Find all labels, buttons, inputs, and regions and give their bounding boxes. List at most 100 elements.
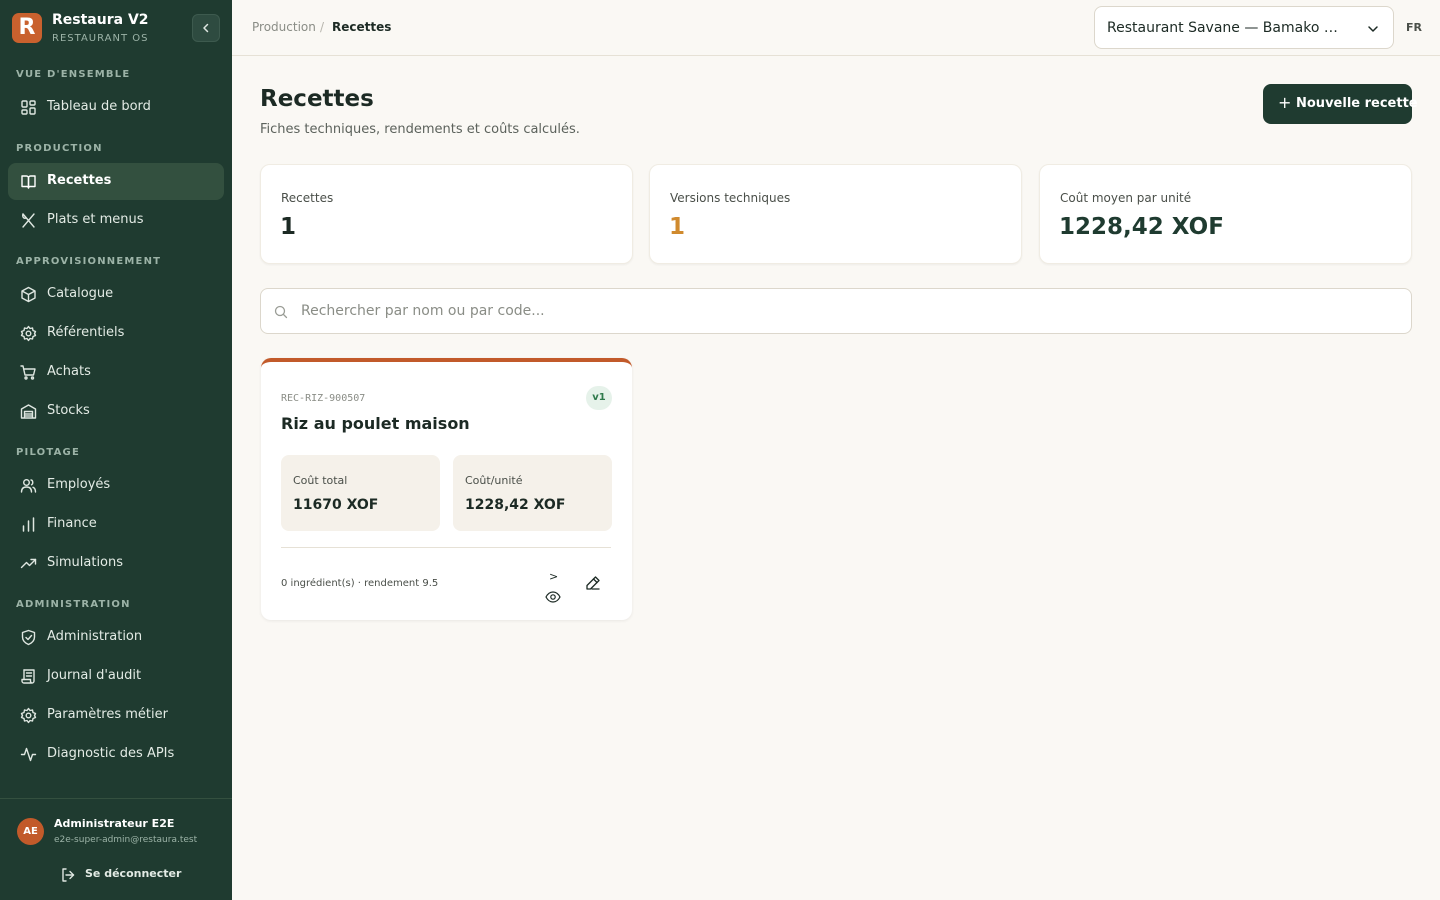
brand-logo-letter: R: [18, 15, 36, 40]
sidebar-item-achats[interactable]: Achats: [8, 354, 224, 391]
shield-icon: [21, 629, 36, 646]
new-recipe-label: Nouvelle recette: [1296, 96, 1418, 111]
logout-label: Se déconnecter: [85, 867, 182, 880]
breadcrumb-current: Recettes: [332, 20, 392, 34]
scroll-icon: [21, 669, 35, 684]
sidebar-item-label: Stocks: [47, 403, 90, 418]
sidebar-item-simulations[interactable]: Simulations: [8, 545, 224, 582]
package-icon: [21, 286, 36, 303]
avatar: AE: [17, 818, 44, 845]
sidebar-item-label: Plats et menus: [47, 212, 144, 227]
sidebar-item-dashboard[interactable]: Tableau de bord: [8, 89, 224, 126]
sidebar-item-administration[interactable]: Administration: [8, 619, 224, 656]
settings-icon: [20, 325, 37, 342]
section-title-supply: APPROVISIONNEMENT: [16, 256, 162, 267]
sidebar: R Restaura V2 RESTAURANT OS VUE D'ENSEMB…: [0, 0, 232, 900]
stat-value: 1: [669, 214, 686, 240]
sidebar-item-plats-menus[interactable]: Plats et menus: [8, 202, 224, 239]
warehouse-icon: [20, 404, 37, 419]
section-title-production: PRODUCTION: [16, 143, 103, 154]
unit-cost-label: Coût/unité: [465, 474, 523, 487]
recipe-name: Riz au poulet maison: [281, 414, 470, 433]
sidebar-item-recettes[interactable]: Recettes: [8, 163, 224, 200]
bar-chart-icon: [22, 517, 35, 532]
sidebar-item-stocks[interactable]: Stocks: [8, 393, 224, 430]
collapse-sidebar-button[interactable]: [192, 14, 220, 42]
sidebar-item-catalogue[interactable]: Catalogue: [8, 276, 224, 313]
version-badge: v1: [586, 386, 612, 410]
stat-label: Recettes: [281, 191, 334, 205]
sidebar-footer: AE Administrateur E2E e2e-super-admin@re…: [0, 798, 232, 900]
sidebar-item-employes[interactable]: Employés: [8, 467, 224, 504]
sidebar-item-label: Référentiels: [47, 325, 125, 340]
recipe-meta: 0 ingrédient(s) · rendement 9.5: [281, 578, 439, 589]
stat-value: 1228,42 XOF: [1059, 214, 1224, 240]
language-switcher[interactable]: FR: [1406, 21, 1422, 34]
sidebar-item-label: Catalogue: [47, 286, 114, 301]
sidebar-item-label: Simulations: [47, 555, 124, 570]
section-title-administration: ADMINISTRATION: [16, 599, 131, 610]
stat-card-recettes: Recettes 1: [260, 164, 633, 264]
logout-icon: [62, 868, 75, 882]
cart-icon: [20, 365, 36, 380]
sidebar-item-finance[interactable]: Finance: [8, 506, 224, 543]
sidebar-item-label: Recettes: [47, 173, 112, 188]
sidebar-item-label: Administration: [47, 629, 143, 644]
sidebar-item-label: Employés: [47, 477, 111, 492]
page-title: Recettes: [260, 86, 374, 112]
utensils-icon: [22, 213, 35, 228]
stat-card-versions: Versions techniques 1: [649, 164, 1022, 264]
page-subtitle: Fiches techniques, rendements et coûts c…: [260, 122, 580, 137]
eye-icon: [545, 591, 561, 603]
recipe-card[interactable]: REC-RIZ-900507 v1 Riz au poulet maison C…: [261, 358, 632, 620]
brand: R Restaura V2 RESTAURANT OS: [12, 12, 220, 46]
sidebar-item-label: Diagnostic des APIs: [47, 746, 175, 761]
section-title-pilotage: PILOTAGE: [16, 447, 80, 458]
sidebar-item-parametres-metier[interactable]: Paramètres métier: [8, 697, 224, 734]
app-subtitle: RESTAURANT OS: [52, 33, 149, 44]
book-icon: [21, 175, 36, 189]
search-input[interactable]: [301, 297, 1391, 325]
recipe-code: REC-RIZ-900507: [281, 393, 366, 404]
new-recipe-button[interactable]: + Nouvelle recette: [1263, 84, 1418, 124]
chevron-down-icon: [1368, 26, 1378, 32]
top-bar: Production / Recettes Restaurant Savane …: [232, 0, 1440, 56]
total-cost-box: Coût total 11670 XOF: [281, 455, 440, 531]
sidebar-item-label: Paramètres métier: [47, 707, 168, 722]
section-title-overview: VUE D'ENSEMBLE: [16, 69, 131, 80]
trending-icon: [20, 558, 37, 569]
brand-logo: R: [12, 13, 42, 43]
search-bar: [260, 288, 1412, 334]
sidebar-item-label: Journal d'audit: [47, 668, 142, 683]
stat-label: Versions techniques: [670, 191, 791, 205]
sidebar-item-referentiels[interactable]: Référentiels: [8, 315, 224, 352]
users-icon: [20, 479, 37, 493]
sidebar-item-label: Achats: [47, 364, 91, 379]
sidebar-item-diagnostic-apis[interactable]: Diagnostic des APIs: [8, 736, 224, 773]
user-email: e2e-super-admin@restaura.test: [54, 835, 198, 845]
restaurant-selector[interactable]: Restaurant Savane — Bamako 9...: [1094, 6, 1394, 49]
user-name: Administrateur E2E: [54, 817, 175, 830]
stat-value: 1: [280, 214, 297, 240]
unit-cost-value: 1228,42 XOF: [465, 497, 566, 513]
sidebar-item-journal-audit[interactable]: Journal d'audit: [8, 658, 224, 695]
card-divider: [281, 547, 611, 548]
chevron-left-icon: [203, 23, 209, 33]
restaurant-selector-value: Restaurant Savane — Bamako 9...: [1107, 20, 1345, 36]
view-recipe-button[interactable]: >: [543, 570, 565, 604]
sidebar-item-label: Finance: [47, 516, 97, 531]
stat-card-average-cost: Coût moyen par unité 1228,42 XOF: [1039, 164, 1412, 264]
breadcrumb-parent[interactable]: Production: [252, 20, 316, 34]
sidebar-item-label: Tableau de bord: [47, 99, 151, 114]
breadcrumb-separator: /: [320, 20, 325, 34]
arrow-label: >: [549, 570, 559, 583]
total-cost-value: 11670 XOF: [293, 497, 379, 513]
activity-icon: [20, 747, 37, 762]
search-icon: [274, 305, 288, 319]
edit-recipe-button[interactable]: [583, 570, 605, 592]
dashboard-icon: [21, 100, 36, 115]
logout-button[interactable]: Se déconnecter: [60, 865, 190, 887]
gear-icon: [20, 707, 37, 724]
app-name: Restaura V2: [52, 12, 149, 28]
plus-icon: +: [1278, 93, 1292, 112]
